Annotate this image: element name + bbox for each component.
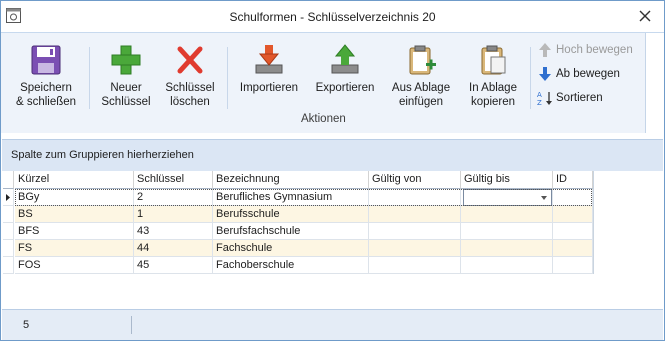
group-by-panel[interactable]: Spalte zum Gruppieren hierherziehen [2,139,663,171]
app-window: Schulformen - Schlüsselverzeichnis 20 Sp… [0,0,665,341]
data-grid: Kürzel Schlüssel Bezeichnung Gültig von … [2,171,663,309]
new-key-button[interactable]: Neuer Schlüssel [97,39,155,119]
record-count: 5 [23,319,30,331]
copy-to-clipboard-button[interactable]: In Ablage kopieren [461,39,525,119]
save-label-2: & schließen [15,96,77,108]
window-title: Schulformen - Schlüsselverzeichnis 20 [229,10,436,24]
ribbon-group-label: Aktionen [301,113,346,125]
ribbon: Speichern & schließen Neuer Schlüssel Sc… [1,32,664,133]
sort-label: Sortieren [556,92,603,104]
ribbon-separator [89,47,90,109]
move-up-label: Hoch bewegen [556,44,633,56]
new-label-2: Schlüssel [101,96,151,108]
floppy-disk-icon [31,45,61,75]
export-button[interactable]: Exportieren [309,39,381,119]
copy-label-1: In Ablage [469,82,517,94]
clipboard-copy-icon [481,45,506,75]
footer-separator [131,316,132,334]
ribbon-separator [530,47,531,109]
arrow-up-icon [539,43,551,57]
new-label-1: Neuer [110,82,142,94]
delete-x-icon [177,46,203,74]
delete-label-1: Schlüssel [165,82,215,94]
footer-bar: 5 [2,309,663,340]
delete-key-button[interactable]: Schlüssel löschen [161,39,219,119]
plus-icon [111,45,141,75]
export-icon [331,44,359,74]
group-by-hint: Spalte zum Gruppieren hierherziehen [11,149,194,161]
save-label-1: Speichern [20,82,72,94]
paste-label-2: einfügen [398,96,444,108]
move-down-label: Ab bewegen [556,68,620,80]
import-icon [255,45,283,74]
paste-from-clipboard-button[interactable]: Aus Ablage einfügen [385,39,457,119]
svg-text:A: A [537,91,542,99]
paste-label-1: Aus Ablage [391,82,451,94]
save-close-button[interactable]: Speichern & schließen [9,39,83,119]
delete-label-2: löschen [170,96,210,108]
sort-az-icon: A Z [537,91,552,106]
arrow-down-icon [539,67,551,81]
copy-label-2: kopieren [470,96,516,108]
import-button[interactable]: Importieren [233,39,305,119]
clipboard-paste-icon [409,45,436,75]
export-label: Exportieren [315,82,375,94]
svg-text:Z: Z [537,99,542,106]
grid-right-border [3,171,594,274]
title-bar: Schulformen - Schlüsselverzeichnis 20 [1,1,664,32]
ribbon-separator [227,47,228,109]
close-icon[interactable] [636,7,654,25]
import-label: Importieren [239,82,299,94]
